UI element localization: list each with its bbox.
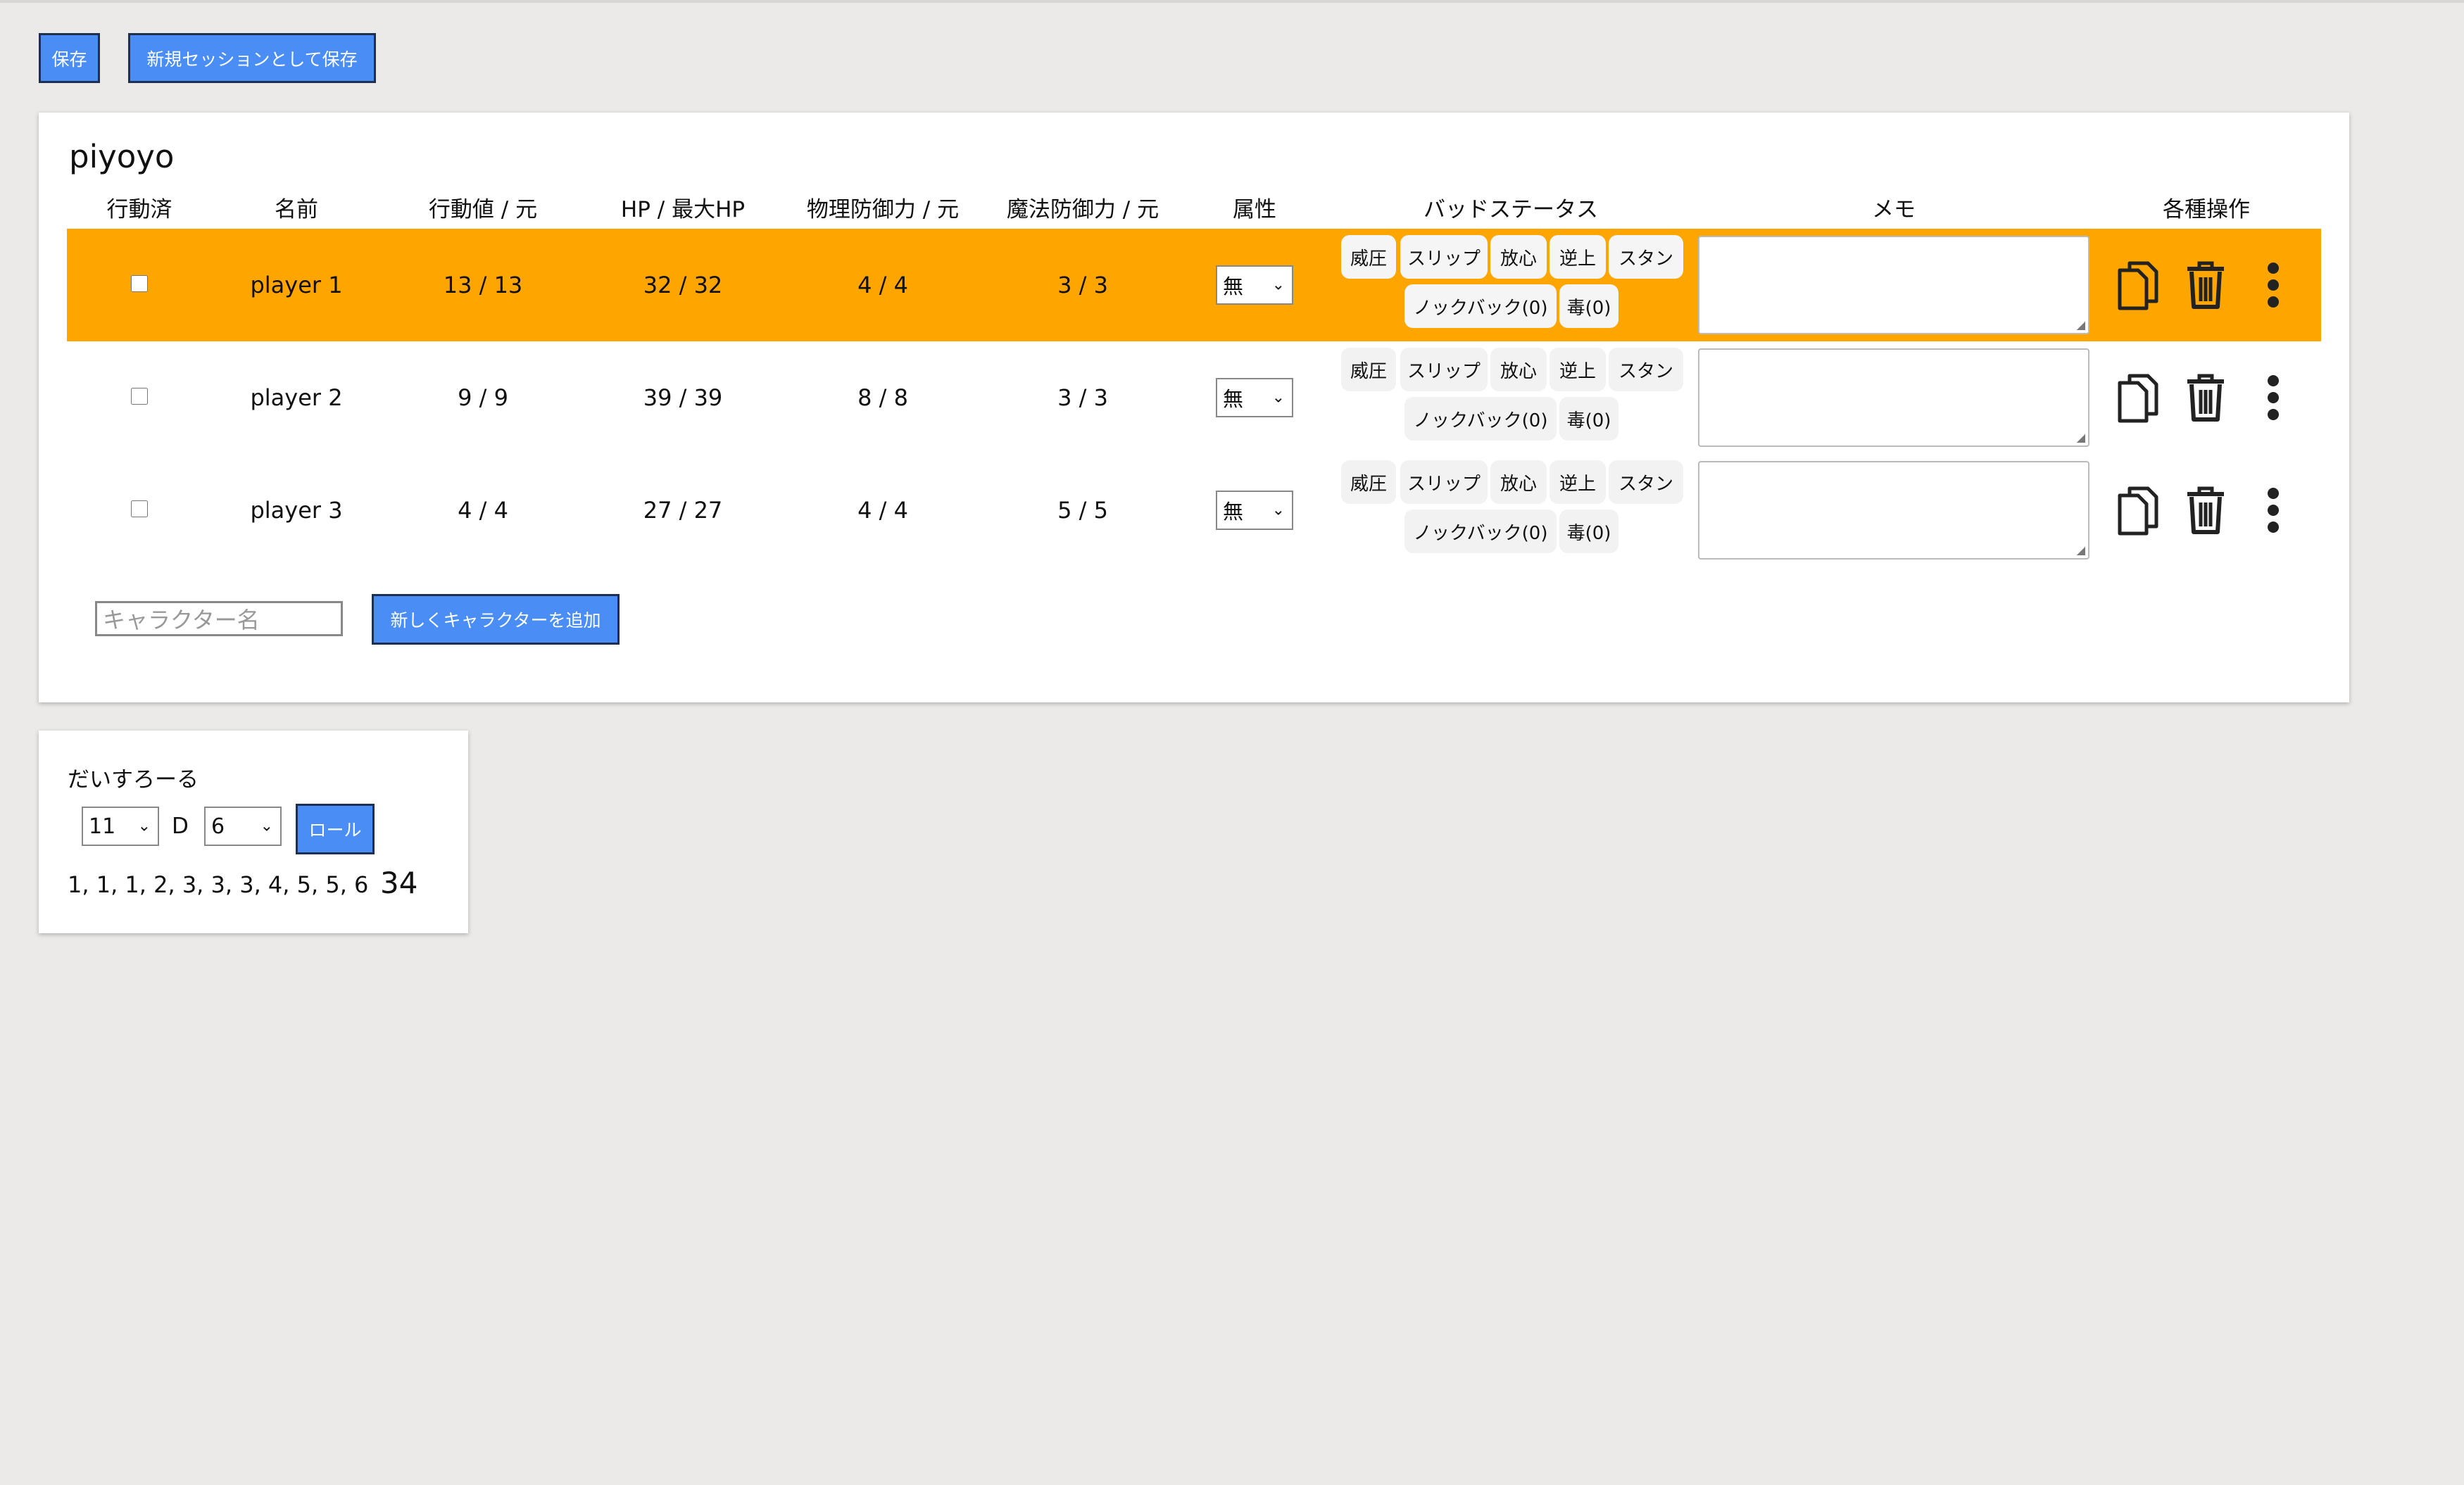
status-chip-intimidate[interactable]: 威圧 xyxy=(1341,235,1396,279)
status-chip-intimidate[interactable]: 威圧 xyxy=(1341,348,1396,391)
status-chip-knockback[interactable]: ノックバック(0) xyxy=(1404,284,1557,328)
magic-defense-value: 5 / 5 xyxy=(1057,497,1108,524)
session-title: piyoyo xyxy=(69,138,175,175)
status-chip-stun[interactable]: スタン xyxy=(1609,348,1683,391)
header-operations: 各種操作 xyxy=(2163,197,2250,222)
dice-faces-value: 6 xyxy=(211,814,225,839)
header-magic-defense: 魔法防御力 / 元 xyxy=(1006,197,1159,222)
trash-icon[interactable] xyxy=(2185,260,2226,310)
add-character-button[interactable]: 新しくキャラクターを追加 xyxy=(372,594,620,645)
status-chip-absent-minded[interactable]: 放心 xyxy=(1490,348,1547,391)
copy-icon[interactable] xyxy=(2117,259,2159,311)
physical-defense-value: 4 / 4 xyxy=(857,272,908,298)
header-attribute: 属性 xyxy=(1233,197,1276,222)
trash-icon[interactable] xyxy=(2185,373,2226,422)
status-chip-slip[interactable]: スリップ xyxy=(1400,348,1488,391)
attribute-select[interactable]: 無 ⌄ xyxy=(1216,265,1293,305)
status-chip-rage[interactable]: 逆上 xyxy=(1550,348,1606,391)
status-chip-knockback[interactable]: ノックバック(0) xyxy=(1404,397,1557,441)
dice-title: だいすろーる xyxy=(68,767,199,792)
copy-icon[interactable] xyxy=(2117,372,2159,424)
physical-defense-value: 4 / 4 xyxy=(857,497,908,524)
header-bad-status: バッドステータス xyxy=(1423,197,1598,222)
character-row: player 3 4 / 4 27 / 27 4 / 4 5 / 5 無 ⌄ 威… xyxy=(67,454,2321,567)
roll-button[interactable]: ロール xyxy=(296,804,375,854)
character-name: player 2 xyxy=(250,384,343,411)
magic-defense-value: 3 / 3 xyxy=(1057,384,1108,411)
attribute-selected-value: 無 xyxy=(1223,500,1244,524)
action-value: 13 / 13 xyxy=(443,272,523,298)
dice-count-value: 11 xyxy=(89,814,116,839)
save-button[interactable]: 保存 xyxy=(39,33,100,83)
dice-separator: D xyxy=(172,814,189,839)
attribute-select[interactable]: 無 ⌄ xyxy=(1216,378,1293,417)
memo-textarea[interactable]: ◢ xyxy=(1698,348,2089,447)
hp-value: 39 / 39 xyxy=(643,384,723,411)
status-chip-absent-minded[interactable]: 放心 xyxy=(1490,235,1547,279)
chevron-down-icon: ⌄ xyxy=(260,817,273,835)
status-chip-rage[interactable]: 逆上 xyxy=(1550,460,1606,504)
header-action-value: 行動値 / 元 xyxy=(428,197,538,222)
header-hp: HP / 最大HP xyxy=(620,197,746,222)
hp-value: 27 / 27 xyxy=(643,497,723,524)
header-name: 名前 xyxy=(275,197,318,222)
dice-total: 34 xyxy=(380,866,418,900)
header-acted: 行動済 xyxy=(106,197,172,222)
status-chip-rage[interactable]: 逆上 xyxy=(1550,235,1606,279)
dice-results: 1, 1, 1, 2, 3, 3, 3, 4, 5, 5, 6 xyxy=(68,871,369,898)
character-name: player 3 xyxy=(250,497,343,524)
copy-icon[interactable] xyxy=(2117,484,2159,536)
resize-grip-icon[interactable]: ◢ xyxy=(2077,431,2085,444)
status-chip-poison[interactable]: 毒(0) xyxy=(1559,397,1618,441)
attribute-selected-value: 無 xyxy=(1223,387,1244,411)
action-value: 4 / 4 xyxy=(458,497,508,524)
character-name: player 1 xyxy=(250,272,343,298)
status-chip-absent-minded[interactable]: 放心 xyxy=(1490,460,1547,504)
attribute-selected-value: 無 xyxy=(1223,274,1244,298)
attribute-select[interactable]: 無 ⌄ xyxy=(1216,491,1293,530)
more-vertical-icon[interactable] xyxy=(2266,262,2280,308)
dice-count-select[interactable]: 11 ⌄ xyxy=(82,807,159,846)
header-physical-defense: 物理防御力 / 元 xyxy=(806,197,960,222)
acted-checkbox[interactable] xyxy=(131,275,148,292)
physical-defense-value: 8 / 8 xyxy=(857,384,908,411)
status-chip-poison[interactable]: 毒(0) xyxy=(1559,284,1618,328)
header-memo: メモ xyxy=(1872,197,1916,222)
character-name-input[interactable]: キャラクター名 xyxy=(95,601,343,636)
trash-icon[interactable] xyxy=(2185,486,2226,535)
hp-value: 32 / 32 xyxy=(643,272,723,298)
status-chip-stun[interactable]: スタン xyxy=(1609,460,1683,504)
magic-defense-value: 3 / 3 xyxy=(1057,272,1108,298)
status-chip-poison[interactable]: 毒(0) xyxy=(1559,510,1618,553)
status-chip-knockback[interactable]: ノックバック(0) xyxy=(1404,510,1557,553)
action-value: 9 / 9 xyxy=(458,384,508,411)
resize-grip-icon[interactable]: ◢ xyxy=(2077,543,2085,557)
more-vertical-icon[interactable] xyxy=(2266,487,2280,533)
acted-checkbox[interactable] xyxy=(131,388,148,405)
chevron-down-icon: ⌄ xyxy=(1271,501,1285,519)
memo-textarea[interactable]: ◢ xyxy=(1698,461,2089,560)
character-row: player 1 13 / 13 32 / 32 4 / 4 3 / 3 無 ⌄… xyxy=(67,229,2321,341)
status-chip-stun[interactable]: スタン xyxy=(1609,235,1683,279)
more-vertical-icon[interactable] xyxy=(2266,374,2280,421)
dice-faces-select[interactable]: 6 ⌄ xyxy=(204,807,282,846)
acted-checkbox[interactable] xyxy=(131,500,148,517)
character-row: player 2 9 / 9 39 / 39 8 / 8 3 / 3 無 ⌄ 威… xyxy=(67,341,2321,454)
status-chip-intimidate[interactable]: 威圧 xyxy=(1341,460,1396,504)
chevron-down-icon: ⌄ xyxy=(1271,388,1285,407)
chevron-down-icon: ⌄ xyxy=(1271,276,1285,294)
save-as-new-session-button[interactable]: 新規セッションとして保存 xyxy=(128,33,376,83)
status-chip-slip[interactable]: スリップ xyxy=(1400,235,1488,279)
status-chip-slip[interactable]: スリップ xyxy=(1400,460,1488,504)
resize-grip-icon[interactable]: ◢ xyxy=(2077,318,2085,331)
window-top-border xyxy=(0,0,2464,3)
chevron-down-icon: ⌄ xyxy=(137,817,151,835)
memo-textarea[interactable]: ◢ xyxy=(1698,236,2089,334)
